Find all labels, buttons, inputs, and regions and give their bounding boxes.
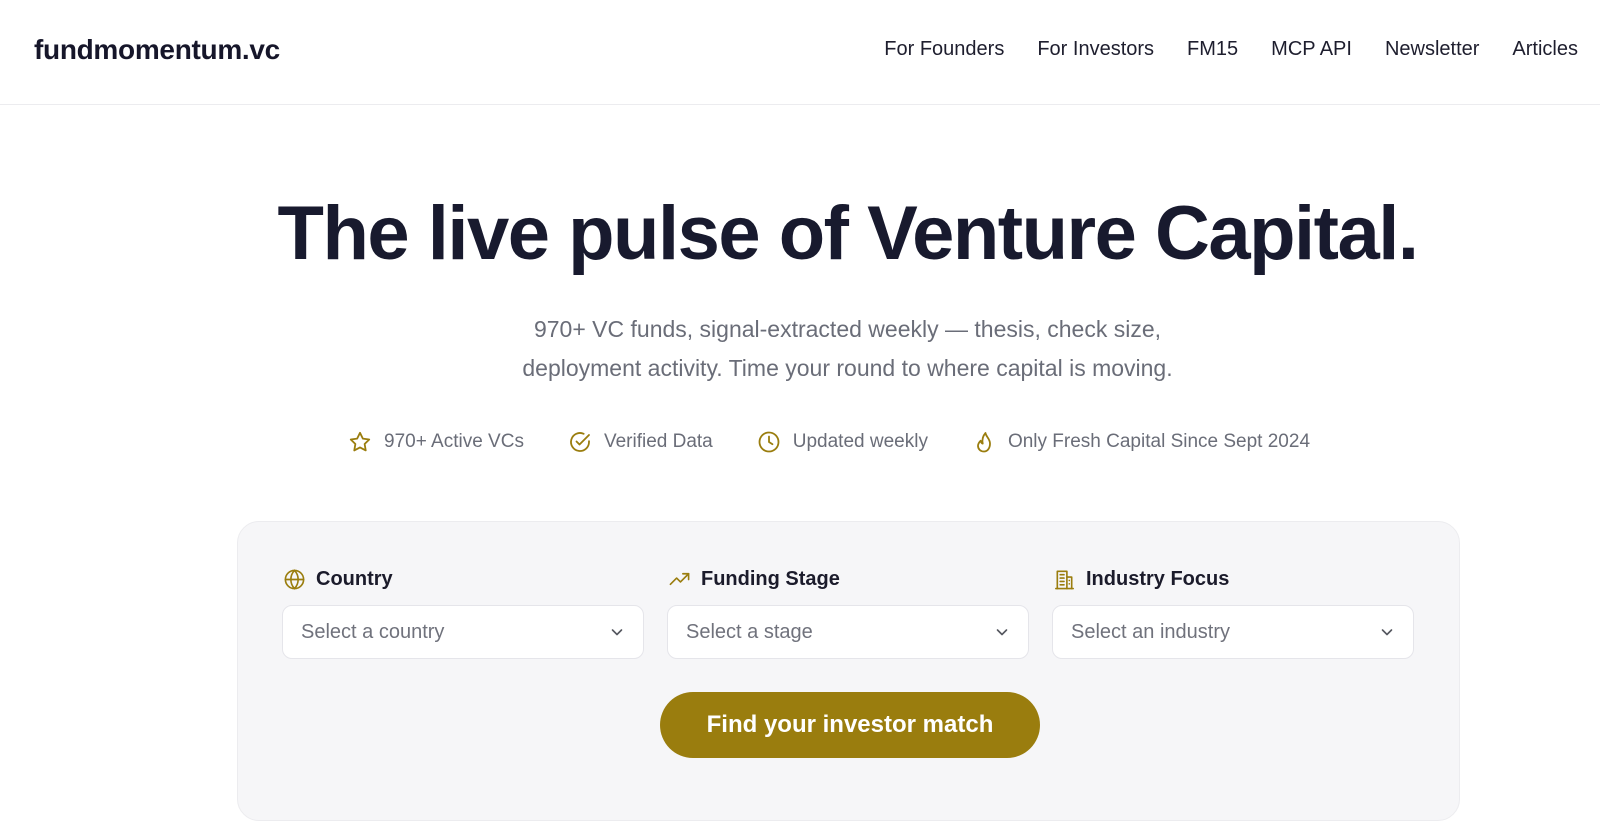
find-investor-match-button[interactable]: Find your investor match (660, 692, 1040, 758)
hero-subtitle-line: 970+ VC funds, signal-extracted weekly —… (533, 316, 1162, 342)
feature-label: Updated weekly (792, 431, 928, 452)
industry-focus-field-label: Industry Focus (1053, 568, 1414, 591)
star-icon (349, 431, 371, 452)
hero-title: The live pulse of Venture Capital. (277, 191, 1419, 276)
country-field-label: Country (283, 568, 644, 591)
nav-link-fm15[interactable]: FM15 (1187, 38, 1238, 61)
site-logo[interactable]: fundmomentum.vc (34, 34, 280, 66)
nav-link-newsletter[interactable]: Newsletter (1385, 38, 1479, 61)
clock-icon (758, 431, 780, 453)
nav-link-articles[interactable]: Articles (1512, 38, 1578, 61)
main-nav: For Founders For Investors FM15 MCP API … (884, 38, 1578, 61)
feature-updated-weekly: Updated weekly (757, 430, 928, 454)
industry-select-placeholder: Select an industry (1071, 620, 1230, 643)
building-icon (1055, 570, 1074, 590)
nav-link-for-founders[interactable]: For Founders (884, 38, 1004, 61)
nav-link-for-investors[interactable]: For Investors (1037, 38, 1154, 61)
investor-search-panel: Country Select a country Funding Stage S… (237, 521, 1460, 821)
feature-label: 970+ Active VCs (384, 431, 524, 452)
country-select-placeholder: Select a country (301, 620, 445, 643)
hero-subtitle: 970+ VC funds, signal-extracted weekly —… (0, 310, 1600, 388)
label-text: Country (316, 568, 393, 590)
funding-stage-field-label: Funding Stage (668, 568, 1029, 591)
trending-up-icon (669, 572, 690, 586)
feature-label: Only Fresh Capital Since Sept 2024 (1007, 431, 1311, 452)
flame-icon (977, 432, 991, 453)
industry-select[interactable]: Select an industry (1052, 605, 1414, 659)
feature-active-vcs: 970+ Active VCs (348, 430, 524, 454)
label-text: Funding Stage (701, 568, 840, 590)
site-header: fundmomentum.vc For Founders For Investo… (0, 0, 1600, 105)
chevron-down-icon (611, 629, 623, 636)
country-field: Country Select a country (282, 568, 644, 659)
chevron-down-icon (996, 629, 1008, 636)
feature-label: Verified Data (603, 431, 713, 452)
label-text: Industry Focus (1086, 568, 1230, 590)
globe-icon (284, 569, 305, 590)
chevron-down-icon (1381, 629, 1393, 636)
stage-select[interactable]: Select a stage (667, 605, 1029, 659)
nav-link-mcp-api[interactable]: MCP API (1271, 38, 1352, 61)
country-select[interactable]: Select a country (282, 605, 644, 659)
funding-stage-field: Funding Stage Select a stage (667, 568, 1029, 659)
feature-verified-data: Verified Data (568, 430, 713, 454)
stage-select-placeholder: Select a stage (686, 620, 813, 643)
check-circle-icon (570, 432, 590, 452)
hero-subtitle-line: deployment activity. Time your round to … (522, 355, 1173, 381)
feature-fresh-capital: Only Fresh Capital Since Sept 2024 (972, 430, 1310, 454)
industry-focus-field: Industry Focus Select an industry (1052, 568, 1414, 659)
feature-list: 970+ Active VCs Verified Data Updated we… (348, 430, 1310, 454)
